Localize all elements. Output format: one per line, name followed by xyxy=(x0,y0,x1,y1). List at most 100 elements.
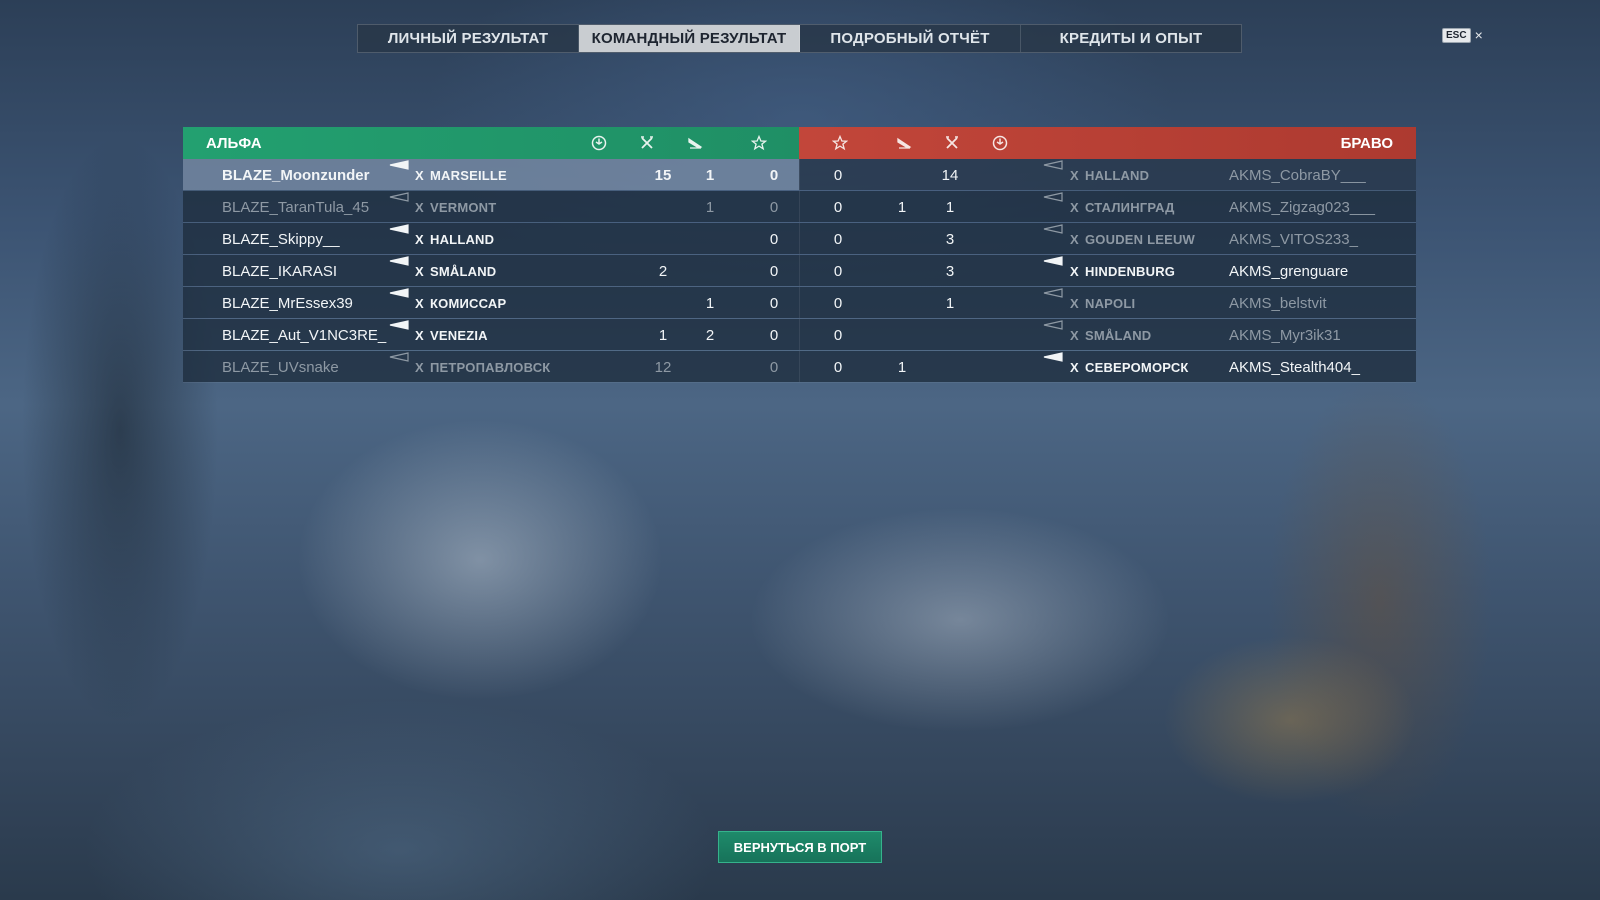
ship-class-icon xyxy=(1043,287,1063,299)
stars-value: 0 xyxy=(833,198,843,216)
star-icon xyxy=(831,134,849,152)
ship-class-icon xyxy=(1043,159,1063,171)
planes-value xyxy=(887,223,917,255)
bravo-player-row[interactable]: 0 3 X GOUDEN LEEUW AKMS_VITOS233_ xyxy=(799,223,1416,254)
alpha-player-row[interactable]: BLAZE_Aut_V1NC3RE_ X VENEZIA 1 2 0 xyxy=(183,319,799,350)
stars-value: 0 xyxy=(769,294,779,312)
kills-value: 1 xyxy=(945,294,955,312)
alpha-player-row[interactable]: BLAZE_UVsnake X ПЕТРОПАВЛОВСК 12 0 xyxy=(183,351,799,382)
tab-credits-xp[interactable]: КРЕДИТЫ И ОПЫТ xyxy=(1021,25,1241,52)
player-name: AKMS_grenguare xyxy=(1229,262,1349,280)
bravo-player-row[interactable]: 0 1 X NAPOLI AKMS_belstvit xyxy=(799,287,1416,318)
player-name: BLAZE_Aut_V1NC3RE_ xyxy=(222,326,387,344)
ship-tier: X xyxy=(1070,359,1079,375)
ship-class-icon xyxy=(1043,351,1063,363)
planes-value: 2 xyxy=(705,326,715,344)
planes-icon xyxy=(686,134,704,152)
table-row: BLAZE_MrEssex39 X КОМИССАР 1 0 0 1 X NAPOLI AKMS_… xyxy=(183,287,1416,319)
player-name: BLAZE_Skippy__ xyxy=(222,230,340,248)
ship-class-icon xyxy=(389,255,409,267)
kills-value xyxy=(648,223,678,255)
player-name: AKMS_Stealth404_ xyxy=(1229,358,1360,376)
ship-class-icon xyxy=(389,351,409,363)
alpha-team-name: АЛЬФА xyxy=(206,134,262,152)
ship-name: ПЕТРОПАВЛОВСК xyxy=(430,359,551,375)
stars-value: 0 xyxy=(833,166,843,184)
bravo-player-row[interactable]: 0 1 1 X СТАЛИНГРАД AKMS_Zigzag023___ xyxy=(799,191,1416,222)
alpha-player-row[interactable]: BLAZE_Moonzunder X MARSEILLE 15 1 0 xyxy=(183,159,799,190)
ship-tier: X xyxy=(415,199,424,215)
ship-name: GOUDEN LEEUW xyxy=(1085,231,1196,247)
ship-class-icon xyxy=(1043,319,1063,331)
bravo-player-row[interactable]: 0 X SMÅLAND AKMS_Myr3ik31 xyxy=(799,319,1416,350)
planes-value xyxy=(887,159,917,191)
planes-value: 1 xyxy=(897,358,907,376)
planes-value xyxy=(695,351,725,383)
close-icon: × xyxy=(1474,27,1483,43)
ship-name: SMÅLAND xyxy=(430,263,497,279)
player-name: BLAZE_TaranTula_45 xyxy=(222,198,370,216)
ship-tier: X xyxy=(1070,199,1079,215)
stars-value: 0 xyxy=(833,326,843,344)
kills-value: 12 xyxy=(654,358,672,376)
player-name: BLAZE_IKARASI xyxy=(222,262,338,280)
stars-value: 0 xyxy=(769,326,779,344)
stars-value: 0 xyxy=(833,358,843,376)
kills-icon xyxy=(943,134,961,152)
tab-personal-result[interactable]: ЛИЧНЫЙ РЕЗУЛЬТАТ xyxy=(358,25,579,52)
bravo-player-row[interactable]: 0 3 X HINDENBURG AKMS_grenguare xyxy=(799,255,1416,286)
ship-name: HALLAND xyxy=(1085,167,1150,183)
tab-team-result[interactable]: КОМАНДНЫЙ РЕЗУЛЬТАТ xyxy=(579,25,800,52)
alpha-player-row[interactable]: BLAZE_TaranTula_45 X VERMONT 1 0 xyxy=(183,191,799,222)
alpha-player-row[interactable]: BLAZE_MrEssex39 X КОМИССАР 1 0 xyxy=(183,287,799,318)
alpha-player-row[interactable]: BLAZE_IKARASI X SMÅLAND 2 0 xyxy=(183,255,799,286)
alpha-player-row[interactable]: BLAZE_Skippy__ X HALLAND 0 xyxy=(183,223,799,254)
ship-name: MARSEILLE xyxy=(430,167,507,183)
planes-icon xyxy=(895,134,913,152)
ship-tier: X xyxy=(1070,167,1079,183)
ship-name: HALLAND xyxy=(430,231,495,247)
ship-tier: X xyxy=(415,263,424,279)
kills-value: 3 xyxy=(945,230,955,248)
player-name: BLAZE_MrEssex39 xyxy=(222,294,353,312)
tab-detailed-report[interactable]: ПОДРОБНЫЙ ОТЧЁТ xyxy=(800,25,1021,52)
ship-class-icon xyxy=(389,223,409,235)
close-button[interactable]: ESC × xyxy=(1442,27,1483,43)
ship-tier: X xyxy=(415,167,424,183)
kills-icon xyxy=(638,134,656,152)
ship-tier: X xyxy=(415,327,424,343)
table-row: BLAZE_IKARASI X SMÅLAND 2 0 0 3 X HINDENBURG AKMS… xyxy=(183,255,1416,287)
return-to-port-button[interactable]: ВЕРНУТЬСЯ В ПОРТ xyxy=(718,831,882,863)
planes-value: 1 xyxy=(705,166,715,184)
bravo-player-row[interactable]: 0 1 X СЕВЕРОМОРСК AKMS_Stealth404_ xyxy=(799,351,1416,382)
stars-value: 0 xyxy=(769,262,779,280)
ship-class-icon xyxy=(1043,191,1063,203)
ship-tier: X xyxy=(1070,263,1079,279)
ship-name: HINDENBURG xyxy=(1085,263,1176,279)
ship-class-icon xyxy=(1043,255,1063,267)
ship-class-icon xyxy=(389,191,409,203)
kills-value: 3 xyxy=(945,262,955,280)
ship-class-icon xyxy=(1043,223,1063,235)
stars-value: 0 xyxy=(769,166,779,184)
kills-value: 1 xyxy=(658,326,668,344)
table-row: BLAZE_Aut_V1NC3RE_ X VENEZIA 1 2 0 0 X SMÅLAND AK… xyxy=(183,319,1416,351)
table-row: BLAZE_TaranTula_45 X VERMONT 1 0 0 1 1 X СТАЛИНГР… xyxy=(183,191,1416,223)
esc-key-label: ESC xyxy=(1442,27,1471,43)
table-body: BLAZE_Moonzunder X MARSEILLE 15 1 0 0 14 X HALLAN… xyxy=(183,159,1416,383)
ship-tier: X xyxy=(1070,231,1079,247)
player-name: AKMS_VITOS233_ xyxy=(1229,230,1358,248)
kills-value xyxy=(935,351,965,383)
ship-name: КОМИССАР xyxy=(430,295,507,311)
ship-name: VERMONT xyxy=(430,199,497,215)
ship-name: NAPOLI xyxy=(1085,295,1136,311)
kills-value xyxy=(935,319,965,351)
bravo-player-row[interactable]: 0 14 X HALLAND AKMS_CobraBY___ xyxy=(799,159,1416,190)
bravo-header: БРАВО xyxy=(799,127,1416,159)
table-row: BLAZE_UVsnake X ПЕТРОПАВЛОВСК 12 0 0 1 X СЕВЕРОМ… xyxy=(183,351,1416,383)
stars-value: 0 xyxy=(769,198,779,216)
ship-tier: X xyxy=(415,359,424,375)
planes-value xyxy=(887,319,917,351)
stars-value: 0 xyxy=(833,294,843,312)
ship-name: СЕВЕРОМОРСК xyxy=(1085,359,1189,375)
